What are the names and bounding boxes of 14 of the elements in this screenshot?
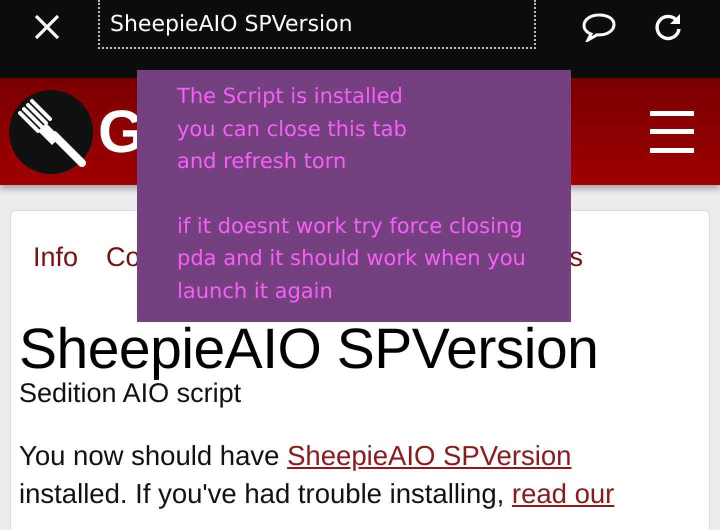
install-message: You now should have SheepieAIO SPVersion installed. If you've had trouble installing, read our: [19, 439, 616, 511]
script-title: SheepieAIO SPVersion: [19, 321, 600, 378]
popup-message: The Script is installed you can close this tab and refresh torn: [177, 83, 407, 175]
url-field[interactable]: SheepieAIO SPVersion: [98, 0, 536, 49]
tab-link[interactable]: s: [570, 242, 583, 272]
menu-icon[interactable]: [650, 110, 694, 152]
popup-message: if it doesnt work try force closing pda and it should work when you launch it again: [177, 212, 526, 304]
tab-link[interactable]: Info: [33, 242, 78, 272]
refresh-icon[interactable]: [653, 12, 683, 42]
script-link[interactable]: SheepieAIO SPVersion: [287, 440, 572, 471]
close-icon[interactable]: [34, 14, 60, 40]
speech-bubble-icon[interactable]: [581, 12, 617, 42]
script-link[interactable]: read our: [512, 478, 614, 509]
fork-logo-icon[interactable]: [8, 88, 94, 174]
